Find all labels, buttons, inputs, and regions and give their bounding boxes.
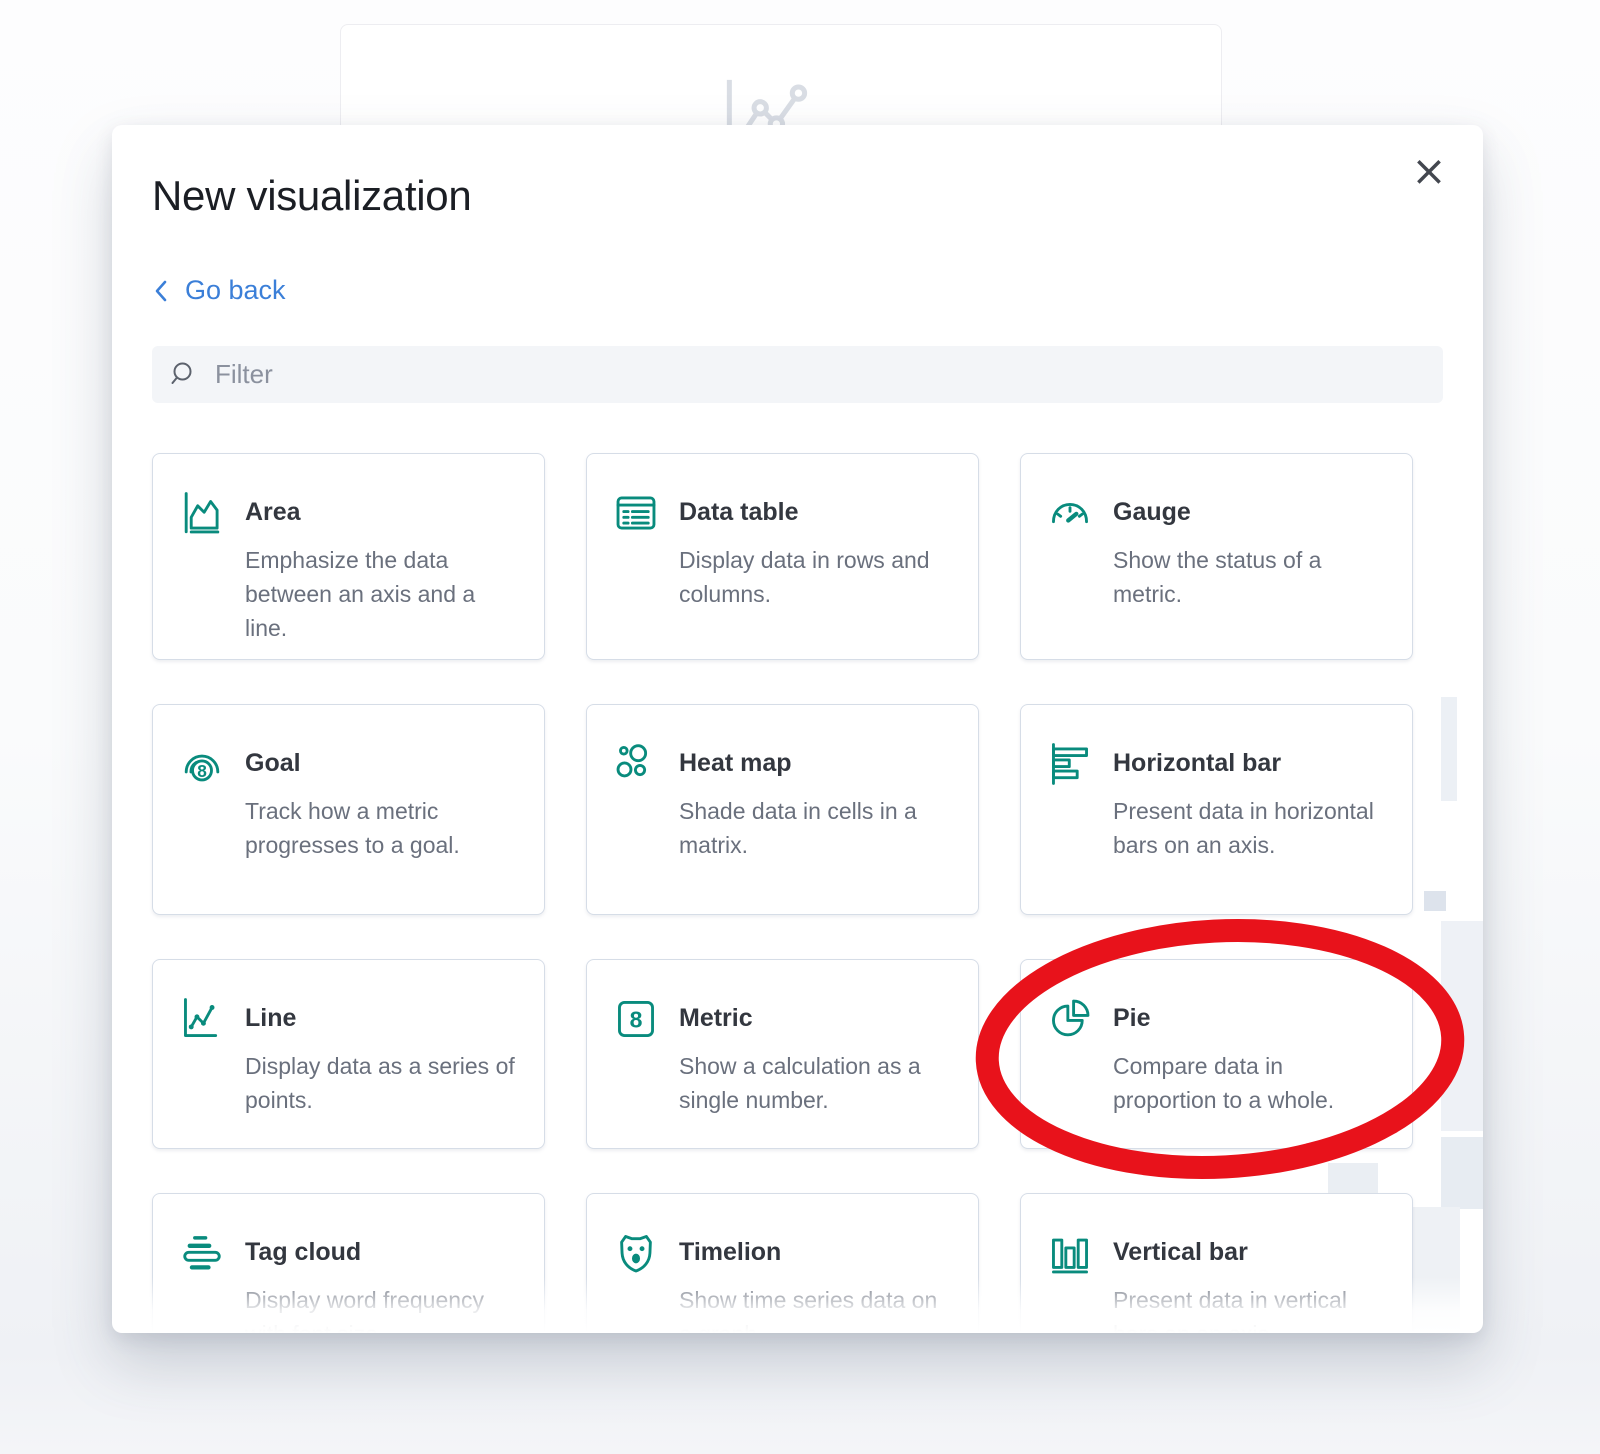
viz-card-pie[interactable]: Pie Compare data in proportion to a whol… — [1020, 959, 1413, 1149]
tag-cloud-icon — [179, 1230, 225, 1276]
viz-card-data-table[interactable]: Data table Display data in rows and colu… — [586, 453, 979, 660]
svg-text:8: 8 — [630, 1006, 643, 1032]
background-artifact — [1441, 697, 1457, 801]
metric-icon: 8 — [613, 996, 659, 1042]
viz-card-description: Display word frequency with font size. — [245, 1283, 522, 1334]
page-title: New visualization — [152, 171, 1443, 221]
goal-icon: 8 — [179, 741, 225, 787]
pie-chart-icon — [1047, 996, 1093, 1042]
line-chart-icon — [179, 996, 225, 1042]
go-back-link[interactable]: Go back — [152, 275, 286, 306]
horizontal-bar-icon — [1047, 741, 1093, 787]
svg-text:8: 8 — [197, 760, 207, 780]
viz-card-tag-cloud[interactable]: Tag cloud Display word frequency with fo… — [152, 1193, 545, 1334]
viz-card-title: Data table — [679, 497, 956, 527]
viz-card-title: Pie — [1113, 1003, 1390, 1033]
viz-card-line[interactable]: Line Display data as a series of points. — [152, 959, 545, 1149]
new-visualization-modal: × New visualization Go back — [112, 125, 1483, 1333]
viz-card-goal[interactable]: 8 Goal Track how a metric progresses to … — [152, 704, 545, 915]
viz-card-gauge[interactable]: Gauge Show the status of a metric. — [1020, 453, 1413, 660]
data-table-icon — [613, 490, 659, 536]
gauge-icon — [1047, 490, 1093, 536]
viz-card-heat-map[interactable]: Heat map Shade data in cells in a matrix… — [586, 704, 979, 915]
viz-card-title: Gauge — [1113, 497, 1390, 527]
chevron-left-icon — [152, 279, 170, 303]
viz-card-timelion[interactable]: Timelion Show time series data on a grap… — [586, 1193, 979, 1334]
viz-card-title: Heat map — [679, 748, 956, 778]
background-artifact — [1441, 1137, 1483, 1209]
viz-card-title: Vertical bar — [1113, 1237, 1390, 1267]
heat-map-icon — [613, 741, 659, 787]
viz-card-title: Tag cloud — [245, 1237, 522, 1267]
viz-card-description: Emphasize the data between an axis and a… — [245, 543, 522, 645]
filter-search-bar — [152, 346, 1443, 403]
viz-card-description: Show a calculation as a single number. — [679, 1049, 956, 1117]
viz-card-area[interactable]: Area Emphasize the data between an axis … — [152, 453, 545, 660]
area-chart-icon — [179, 490, 225, 536]
viz-card-description: Present data in vertical bars on an axis… — [1113, 1283, 1390, 1334]
go-back-label: Go back — [185, 275, 286, 306]
viz-card-horizontal-bar[interactable]: Horizontal bar Present data in horizonta… — [1020, 704, 1413, 915]
viz-card-description: Compare data in proportion to a whole. — [1113, 1049, 1390, 1117]
viz-card-description: Show the status of a metric. — [1113, 543, 1390, 611]
vertical-bar-icon — [1047, 1230, 1093, 1276]
viz-card-title: Timelion — [679, 1237, 956, 1267]
viz-card-description: Display data as a series of points. — [245, 1049, 522, 1117]
viz-card-vertical-bar[interactable]: Vertical bar Present data in vertical ba… — [1020, 1193, 1413, 1334]
close-icon[interactable]: × — [1405, 147, 1453, 195]
timelion-icon — [613, 1230, 659, 1276]
viz-card-description: Show time series data on a graph. — [679, 1283, 956, 1334]
viz-card-title: Metric — [679, 1003, 956, 1033]
viz-card-description: Display data in rows and columns. — [679, 543, 956, 611]
viz-card-description: Track how a metric progresses to a goal. — [245, 794, 522, 862]
viz-card-title: Line — [245, 1003, 522, 1033]
viz-card-description: Present data in horizontal bars on an ax… — [1113, 794, 1390, 862]
visualization-type-grid: Area Emphasize the data between an axis … — [152, 453, 1443, 1334]
search-icon — [169, 360, 197, 388]
viz-card-title: Horizontal bar — [1113, 748, 1390, 778]
viz-card-metric[interactable]: 8 Metric Show a calculation as a single … — [586, 959, 979, 1149]
filter-input[interactable] — [213, 346, 1426, 403]
viz-card-description: Shade data in cells in a matrix. — [679, 794, 956, 862]
viz-card-title: Area — [245, 497, 522, 527]
background-artifact — [1441, 921, 1483, 1131]
viz-card-title: Goal — [245, 748, 522, 778]
